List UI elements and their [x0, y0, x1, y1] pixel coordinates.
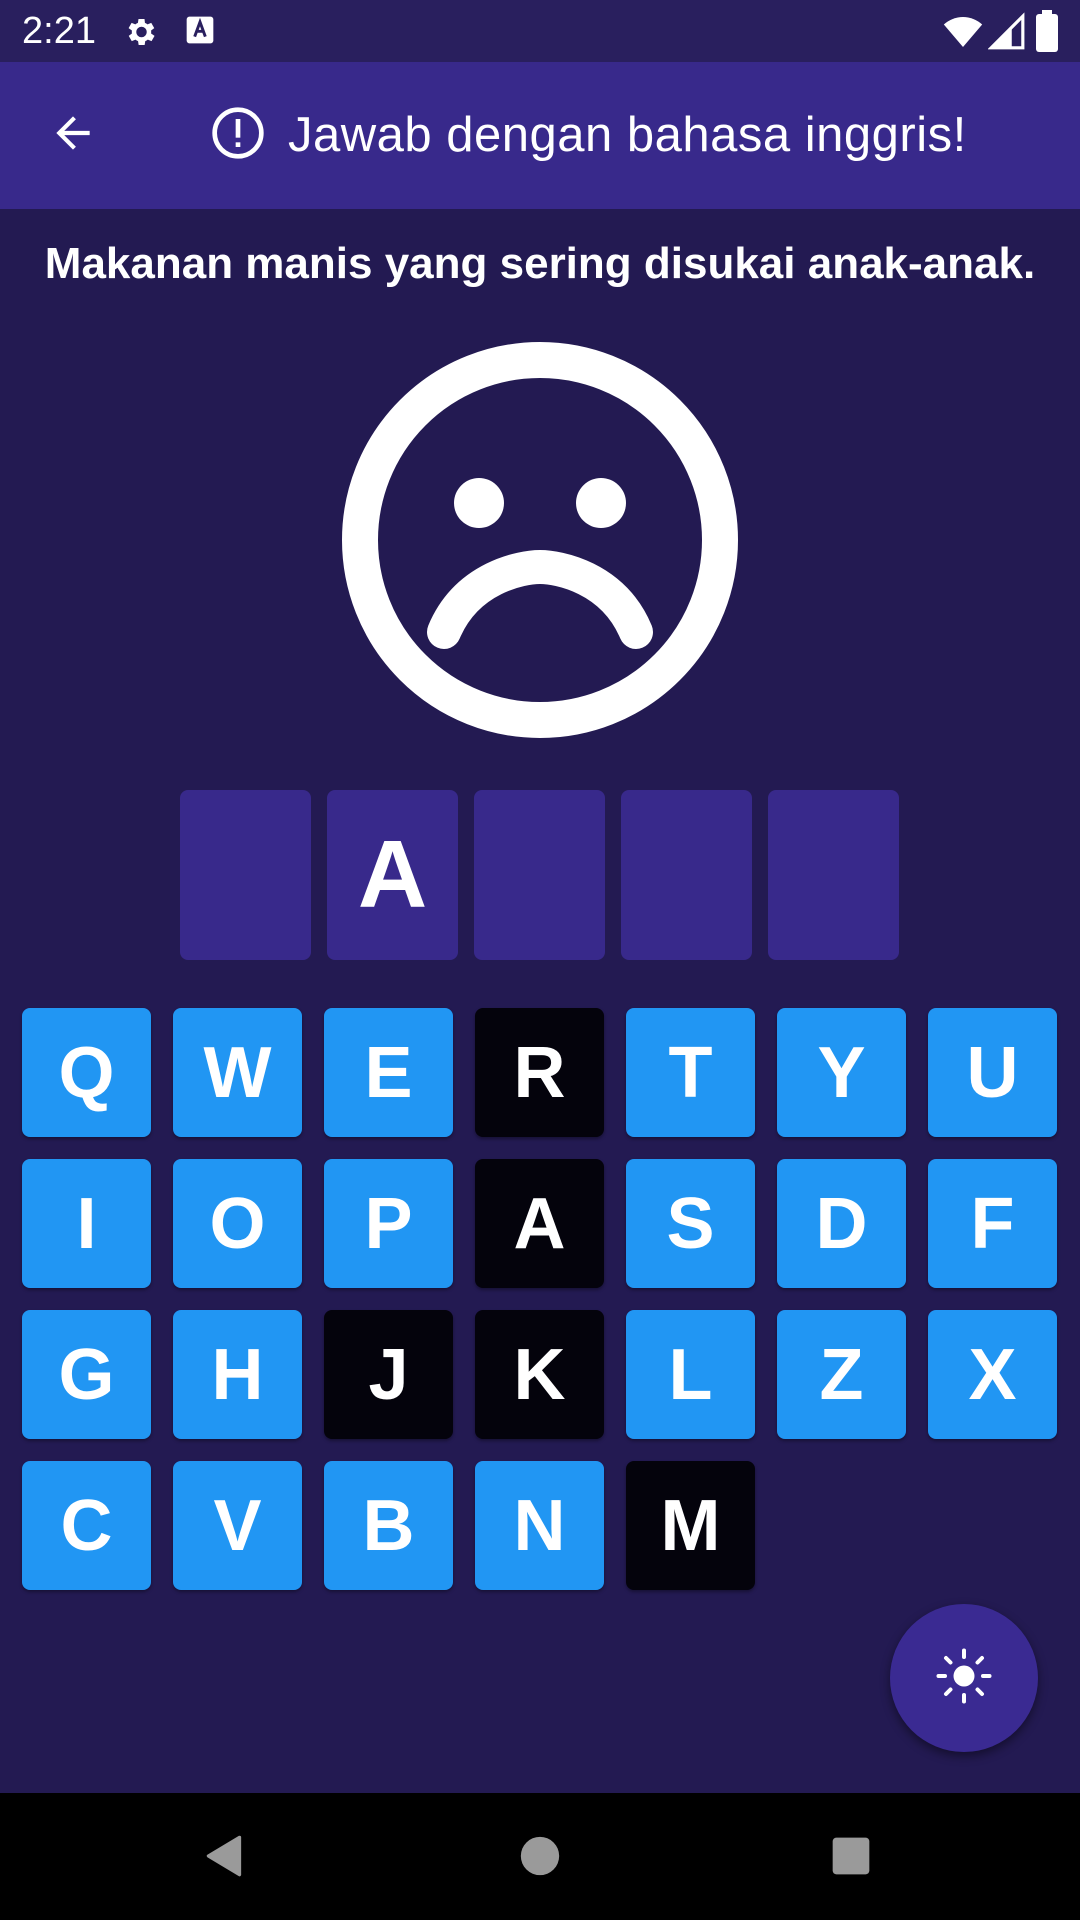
title-area: Jawab dengan bahasa inggris! [210, 92, 967, 178]
key-t[interactable]: T [626, 1008, 755, 1137]
answer-slot [768, 790, 899, 960]
battery-icon [1036, 10, 1058, 52]
nav-back-button[interactable] [190, 1823, 260, 1893]
nav-home-icon [517, 1833, 563, 1884]
key-k[interactable]: K [475, 1310, 604, 1439]
nav-recents-button[interactable] [816, 1823, 886, 1893]
key-z[interactable]: Z [777, 1310, 906, 1439]
answer-slot [474, 790, 605, 960]
key-r[interactable]: R [475, 1008, 604, 1137]
signal-icon [987, 12, 1026, 52]
key-v[interactable]: V [173, 1461, 302, 1590]
answer-slots: A [180, 790, 900, 960]
page-title: Jawab dengan bahasa inggris! [288, 108, 967, 162]
key-l[interactable]: L [626, 1310, 755, 1439]
app-screen: 2:21 Jawab dengan bahasa inggris! Makana… [0, 0, 1080, 1920]
font-a-icon [184, 14, 220, 50]
key-s[interactable]: S [626, 1159, 755, 1288]
back-button[interactable] [38, 100, 108, 170]
clue-text: Makanan manis yang sering disukai anak-a… [44, 239, 1036, 288]
arrow-back-icon [48, 108, 98, 163]
system-nav-bar [0, 1793, 1080, 1920]
key-u[interactable]: U [928, 1008, 1057, 1137]
key-j[interactable]: J [324, 1310, 453, 1439]
key-e[interactable]: E [324, 1008, 453, 1137]
key-d[interactable]: D [777, 1159, 906, 1288]
app-bar: Jawab dengan bahasa inggris! [0, 62, 1080, 209]
key-o[interactable]: O [173, 1159, 302, 1288]
key-m[interactable]: M [626, 1461, 755, 1590]
key-b[interactable]: B [324, 1461, 453, 1590]
theme-toggle-button[interactable] [890, 1604, 1038, 1752]
key-c[interactable]: C [22, 1461, 151, 1590]
key-n[interactable]: N [475, 1461, 604, 1590]
sad-face-icon [342, 342, 738, 738]
letter-keyboard: Q W E R T Y U I O P A S D F G H J K L Z … [22, 1008, 1058, 1593]
key-x[interactable]: X [928, 1310, 1057, 1439]
answer-slot [621, 790, 752, 960]
gear-icon [122, 14, 158, 50]
key-w[interactable]: W [173, 1008, 302, 1137]
nav-back-icon [200, 1831, 250, 1886]
key-f[interactable]: F [928, 1159, 1057, 1288]
status-time: 2:21 [22, 10, 96, 52]
key-a[interactable]: A [475, 1159, 604, 1288]
alert-circle-icon [210, 105, 266, 166]
answer-slot: A [327, 790, 458, 960]
key-q[interactable]: Q [22, 1008, 151, 1137]
key-i[interactable]: I [22, 1159, 151, 1288]
answer-slot [180, 790, 311, 960]
key-y[interactable]: Y [777, 1008, 906, 1137]
key-g[interactable]: G [22, 1310, 151, 1439]
nav-home-button[interactable] [505, 1823, 575, 1893]
brightness-icon [934, 1646, 994, 1711]
nav-recents-icon [829, 1834, 873, 1883]
key-h[interactable]: H [173, 1310, 302, 1439]
status-bar: 2:21 [0, 0, 1080, 62]
wifi-icon [942, 12, 984, 52]
key-p[interactable]: P [324, 1159, 453, 1288]
